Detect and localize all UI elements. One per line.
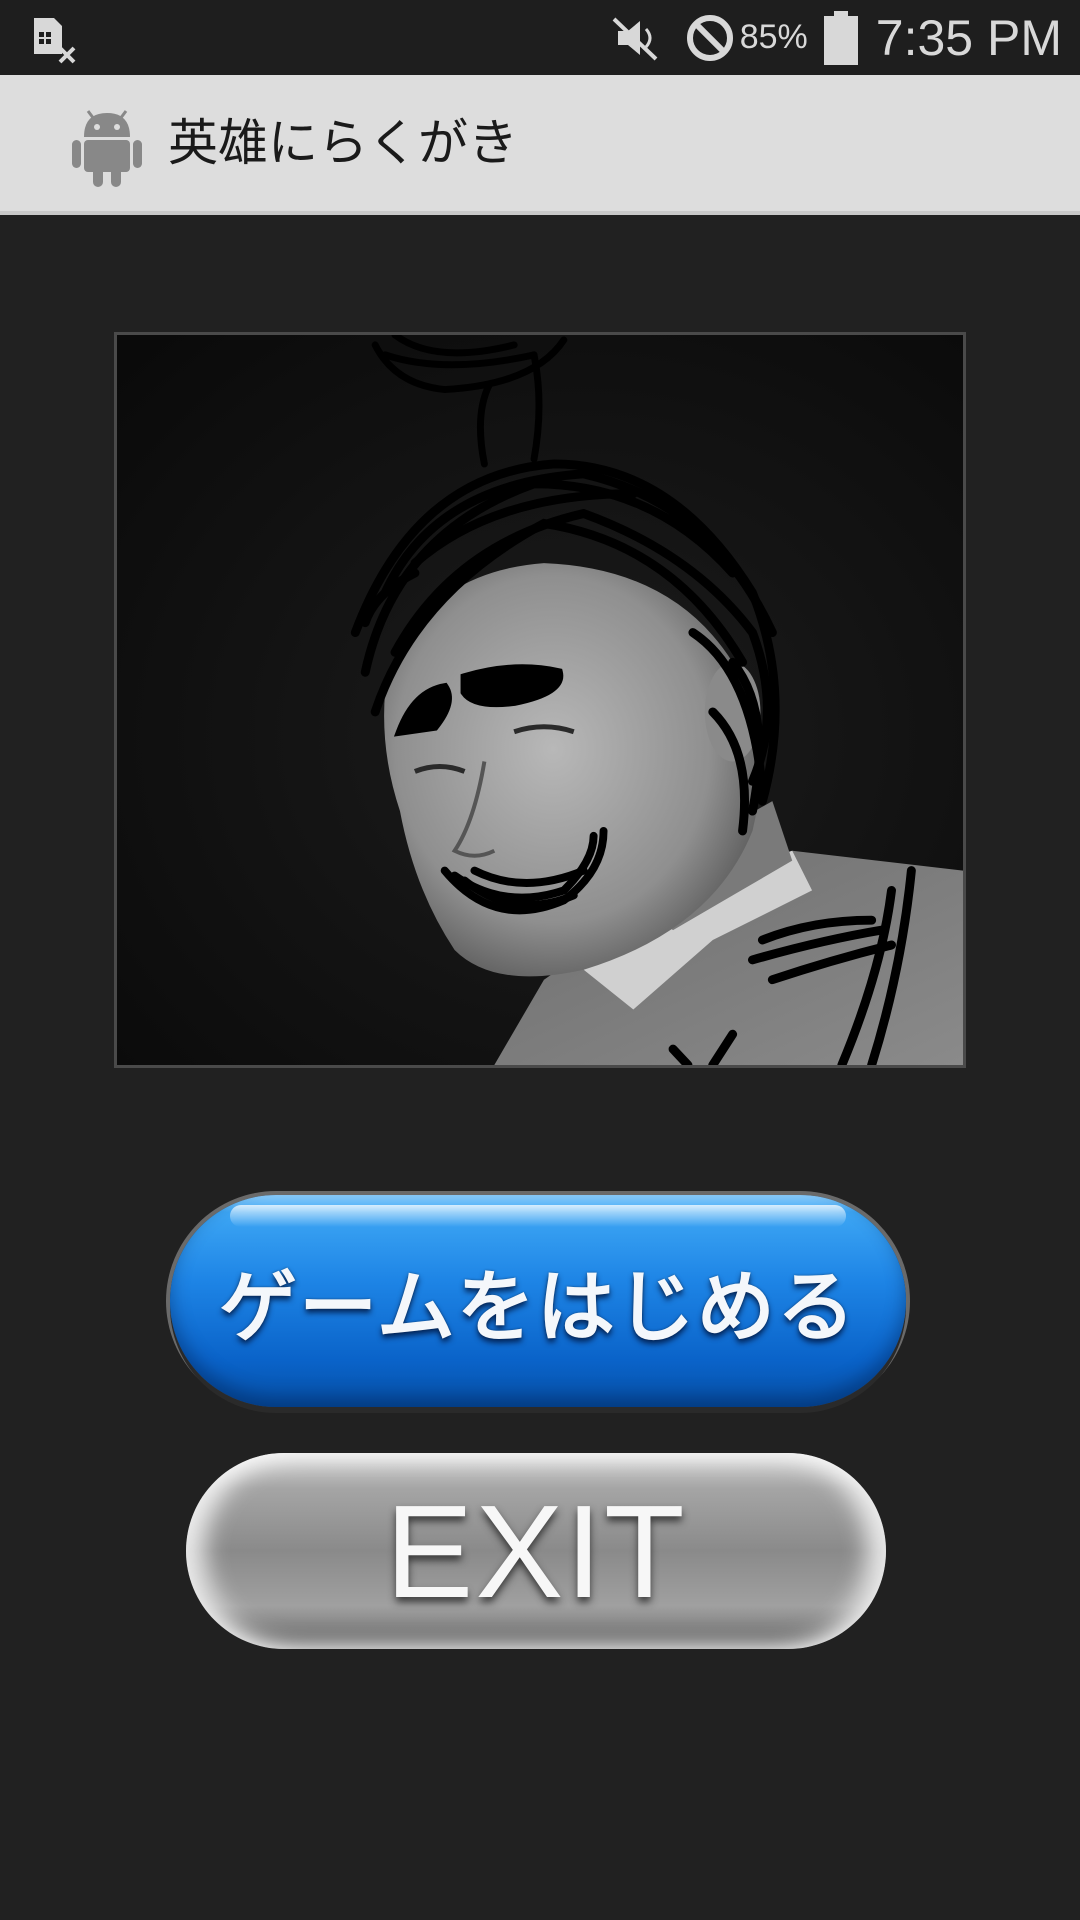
- start-game-button[interactable]: ゲームをはじめる: [170, 1195, 906, 1407]
- status-icons: 85% 7:35 PM: [610, 0, 1062, 75]
- vibrate-mute-icon: [612, 17, 658, 60]
- status-bar: 85% 7:35 PM: [0, 0, 1080, 75]
- main-content: ゲームをはじめる EXIT: [0, 215, 1080, 1920]
- battery-percent: 85%: [739, 18, 808, 56]
- do-not-disturb-icon: [686, 14, 733, 61]
- battery-icon: [823, 10, 858, 65]
- app-title: 英雄にらくがき: [168, 114, 518, 172]
- graffiti-portrait: [114, 332, 966, 1068]
- sim-disabled-icon: [34, 18, 76, 64]
- exit-label: EXIT: [385, 1477, 687, 1625]
- exit-button[interactable]: EXIT: [186, 1453, 886, 1649]
- start-game-label: ゲームをはじめる: [219, 1263, 857, 1353]
- status-time: 7:35 PM: [875, 9, 1062, 66]
- android-icon: [72, 110, 142, 187]
- action-bar: 英雄にらくがき: [0, 75, 1080, 215]
- portrait-image: [117, 335, 963, 1065]
